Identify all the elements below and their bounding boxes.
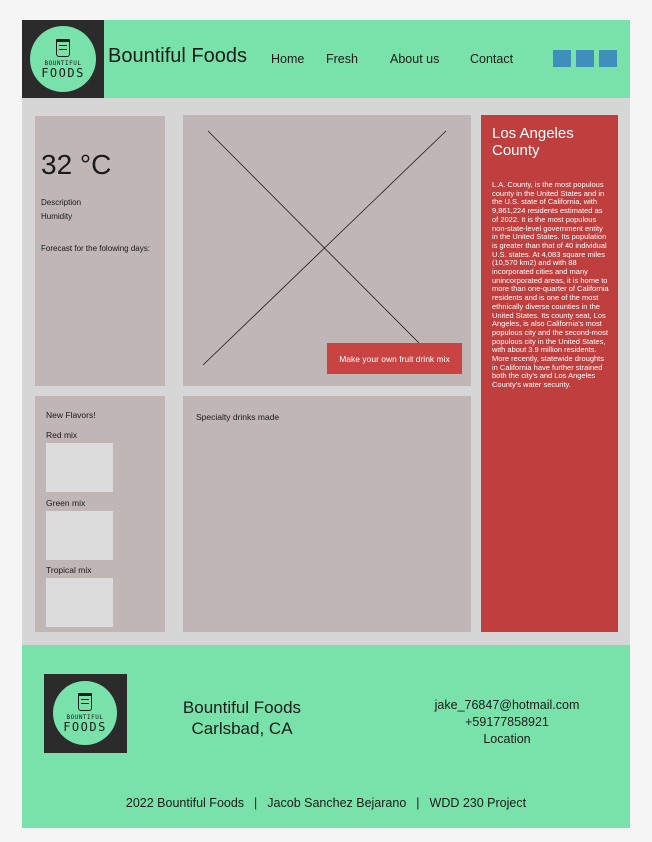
site-title: Bountiful Foods bbox=[108, 45, 247, 67]
flavor-label-tropical: Tropical mix bbox=[46, 565, 92, 575]
flavor-label-green: Green mix bbox=[46, 498, 86, 508]
nav-link-contact[interactable]: Contact bbox=[470, 52, 513, 66]
footer-separator: | bbox=[254, 796, 258, 810]
forecast-label: Forecast for the folowing days: bbox=[41, 244, 150, 253]
specialty-panel: Specialty drinks made bbox=[183, 396, 471, 632]
specialty-title: Specialty drinks made bbox=[196, 412, 280, 422]
weather-panel: 32 °C Description Humidity Forecast for … bbox=[35, 116, 165, 386]
cup-icon bbox=[56, 39, 70, 57]
footer-logo: BOUNTIFUL FOODS bbox=[44, 674, 127, 753]
footer-logo-badge: BOUNTIFUL FOODS bbox=[53, 681, 117, 745]
weather-humidity: Humidity bbox=[41, 212, 73, 221]
footer-location[interactable]: Location bbox=[432, 731, 582, 748]
temperature: 32 °C bbox=[41, 149, 112, 180]
cup-icon bbox=[78, 693, 92, 711]
weather-description: Description bbox=[41, 198, 82, 207]
social-icon-3[interactable] bbox=[599, 50, 617, 67]
footer-credits: 2022 Bountiful Foods | Jacob Sanchez Bejar… bbox=[22, 796, 630, 810]
flavor-image-tropical bbox=[46, 578, 113, 627]
page: BOUNTIFUL FOODS Bountiful Foods Home Fre… bbox=[22, 20, 630, 828]
footer-contact: jake_76847@hotmail.com +59177858921 Loca… bbox=[432, 697, 582, 748]
footer-copyright: 2022 Bountiful Foods bbox=[125, 796, 245, 810]
site-header: BOUNTIFUL FOODS Bountiful Foods Home Fre… bbox=[22, 20, 630, 98]
la-county-panel: Los Angeles County L.A. County, is the m… bbox=[481, 115, 618, 632]
footer-project: WDD 230 Project bbox=[429, 796, 527, 810]
make-drink-button[interactable]: Make your own fruit drink mix bbox=[327, 343, 462, 374]
footer-separator: | bbox=[416, 796, 420, 810]
flavors-title: New Flavors! bbox=[46, 410, 96, 420]
nav-link-about[interactable]: About us bbox=[390, 52, 439, 66]
footer-phone[interactable]: +59177858921 bbox=[432, 714, 582, 731]
flavor-image-green bbox=[46, 511, 113, 560]
social-icon-1[interactable] bbox=[553, 50, 571, 67]
footer-company: Bountiful Foods Carlsbad, CA bbox=[172, 697, 312, 739]
nav-link-fresh[interactable]: Fresh bbox=[326, 52, 358, 66]
footer-company-name: Bountiful Foods bbox=[182, 698, 302, 717]
footer-author: Jacob Sanchez Bejarano bbox=[267, 796, 407, 810]
logo-badge: BOUNTIFUL FOODS bbox=[30, 26, 96, 92]
flavor-image-red bbox=[46, 443, 113, 492]
footer-email[interactable]: jake_76847@hotmail.com bbox=[432, 697, 582, 714]
la-county-title: Los Angeles County bbox=[492, 125, 574, 159]
site-footer: BOUNTIFUL FOODS Bountiful Foods Carlsbad… bbox=[22, 645, 630, 828]
footer-company-city: Carlsbad, CA bbox=[191, 719, 293, 738]
flavors-panel: New Flavors! Red mix Green mix Tropical … bbox=[35, 396, 165, 632]
logo-text-bottom: FOODS bbox=[41, 66, 85, 80]
flavor-label-red: Red mix bbox=[46, 430, 78, 440]
la-county-text: L.A. County, is the most populous county… bbox=[492, 180, 609, 390]
logo[interactable]: BOUNTIFUL FOODS bbox=[22, 20, 104, 98]
footer-logo-text-bottom: FOODS bbox=[63, 720, 107, 734]
nav-link-home[interactable]: Home bbox=[271, 52, 304, 66]
social-icon-2[interactable] bbox=[576, 50, 594, 67]
hero-image-placeholder: Make your own fruit drink mix bbox=[183, 115, 471, 386]
